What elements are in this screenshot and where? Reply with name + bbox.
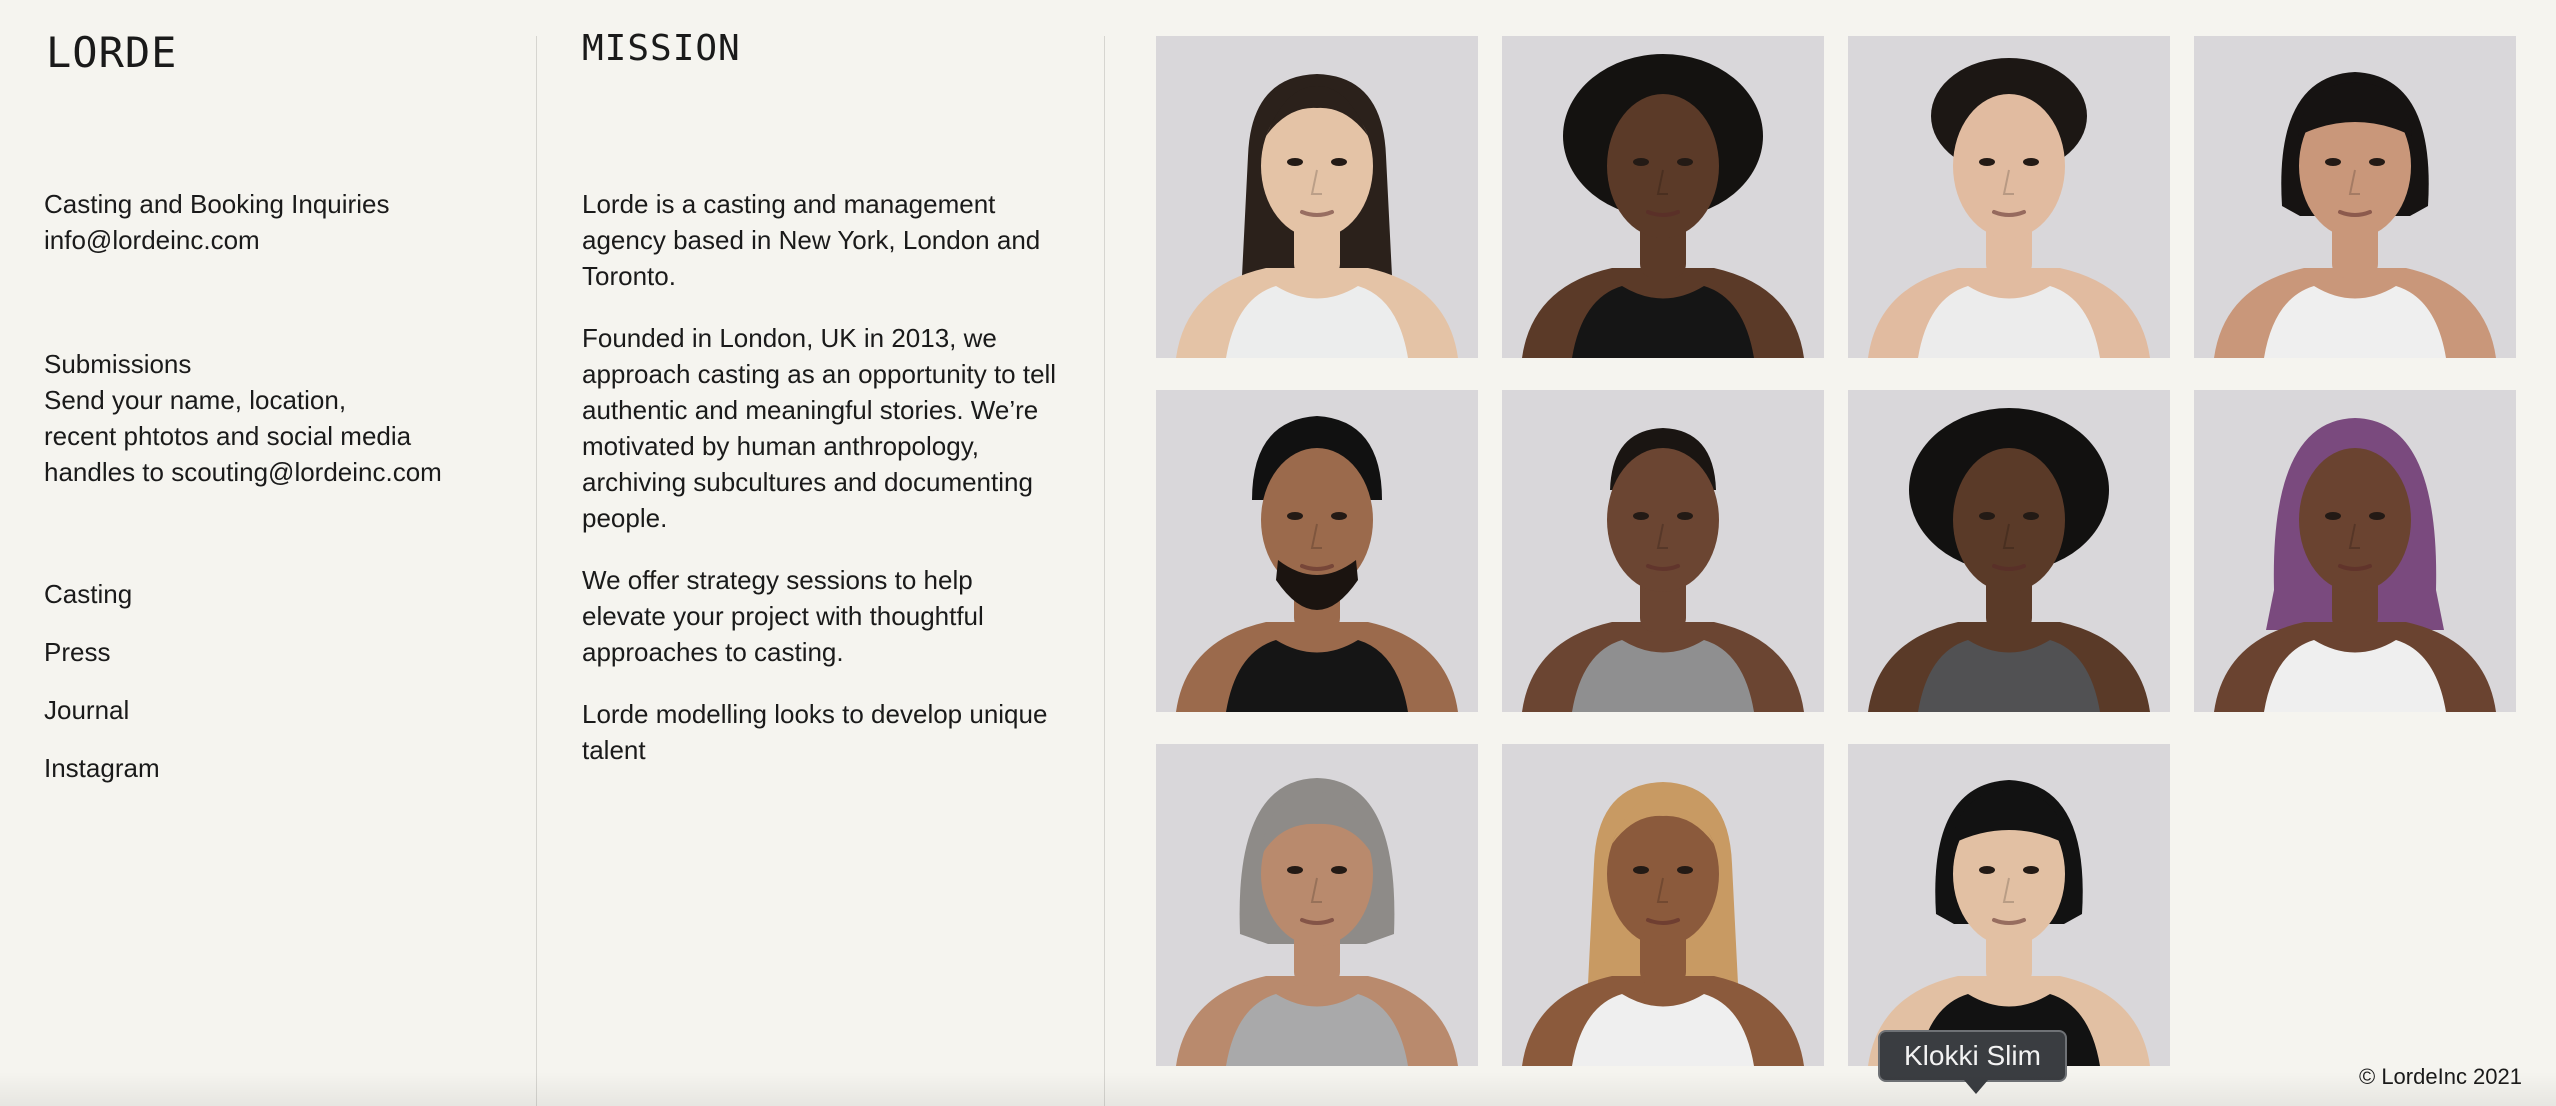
nav-casting[interactable]: Casting: [44, 576, 160, 634]
talent-portrait-card[interactable]: [1848, 744, 2170, 1066]
copyright: © LordeInc 2021: [2359, 1064, 2522, 1089]
mission-body: Lorde is a casting and management agency…: [582, 186, 1062, 794]
portrait-photo: [2194, 390, 2516, 712]
submissions-text-line-1: Send your name, location,: [44, 385, 347, 415]
mission-paragraph: Lorde is a casting and management agency…: [582, 189, 1041, 291]
main-nav: Casting Press Journal Instagram: [44, 576, 160, 808]
talent-portrait-card[interactable]: [1502, 390, 1824, 712]
portrait-photo: [1502, 36, 1824, 358]
mission-title: MISSION: [582, 28, 741, 69]
talent-portrait-card[interactable]: [1156, 744, 1478, 1066]
talent-portrait-card[interactable]: [1848, 36, 2170, 358]
column-divider: [1104, 36, 1105, 1106]
window-edge-shadow: [0, 1072, 2556, 1106]
portrait-photo: [1848, 390, 2170, 712]
nav-journal[interactable]: Journal: [44, 692, 160, 750]
brand-logo[interactable]: LORDE: [46, 28, 177, 77]
nav-instagram[interactable]: Instagram: [44, 750, 160, 808]
talent-portrait-card[interactable]: [1502, 36, 1824, 358]
page: LORDE Casting and Booking Inquiries info…: [0, 0, 2556, 1106]
nav-press[interactable]: Press: [44, 634, 160, 692]
talent-portrait-card[interactable]: [1156, 36, 1478, 358]
casting-heading: Casting and Booking Inquiries: [44, 189, 390, 219]
mission-paragraph: Lorde modelling looks to develop unique …: [582, 699, 1048, 765]
talent-portrait-card[interactable]: [2194, 36, 2516, 358]
column-divider: [536, 36, 537, 1106]
mission-paragraph: We offer strategy sessions to help eleva…: [582, 565, 984, 667]
submissions-contact: Submissions Send your name, location, re…: [44, 346, 442, 490]
app-tooltip: Klokki Slim: [1878, 1030, 2067, 1094]
portrait-photo: [1156, 36, 1478, 358]
submissions-text-line-3: handles to scouting@lordeinc.com: [44, 457, 442, 487]
talent-portrait-card[interactable]: [1156, 390, 1478, 712]
talent-portrait-card[interactable]: [1848, 390, 2170, 712]
mission-paragraph: Founded in London, UK in 2013, we approa…: [582, 323, 1057, 533]
submissions-heading: Submissions: [44, 349, 192, 379]
portrait-photo: [1848, 36, 2170, 358]
portrait-photo: [1156, 390, 1478, 712]
talent-portrait-card[interactable]: [1502, 744, 1824, 1066]
portrait-photo: [1502, 390, 1824, 712]
portrait-photo: [1848, 744, 2170, 1066]
portrait-photo: [1156, 744, 1478, 1066]
casting-contact: Casting and Booking Inquiries info@lorde…: [44, 186, 389, 258]
casting-email-link[interactable]: info@lordeinc.com: [44, 222, 389, 258]
submissions-text-line-2: recent phtotos and social media: [44, 421, 412, 451]
talent-portrait-card[interactable]: [2194, 390, 2516, 712]
portrait-photo: [1502, 744, 1824, 1066]
portrait-photo: [2194, 36, 2516, 358]
